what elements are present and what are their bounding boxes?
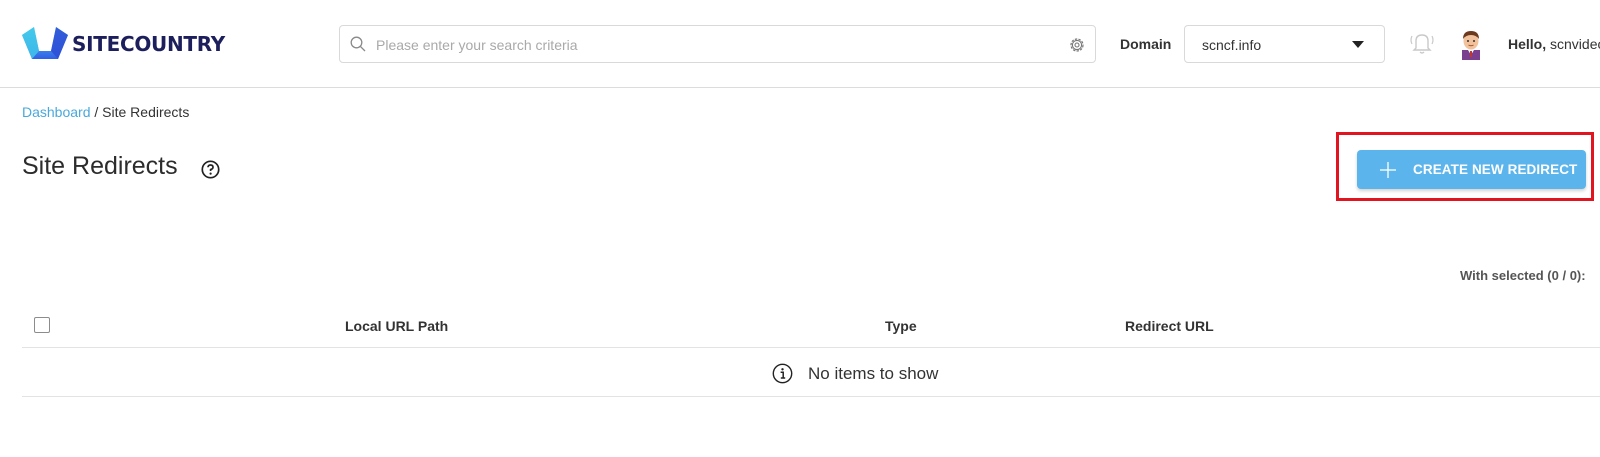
- domain-label: Domain: [1120, 36, 1172, 52]
- gear-icon[interactable]: [1068, 36, 1086, 54]
- bell-icon[interactable]: [1408, 30, 1436, 56]
- top-header: SITECOUNTRY Domain scncf.info: [0, 0, 1600, 88]
- domain-select[interactable]: scncf.info: [1184, 25, 1385, 63]
- domain-value: scncf.info: [1202, 37, 1262, 53]
- greeting-text: Hello,: [1508, 36, 1547, 52]
- with-selected-label: With selected (0 / 0):: [1460, 268, 1586, 283]
- column-header-redirect-url[interactable]: Redirect URL: [1125, 318, 1214, 334]
- search-icon: [350, 36, 366, 52]
- breadcrumb-separator: /: [90, 104, 103, 120]
- page-title: Site Redirects: [22, 152, 178, 180]
- search-input[interactable]: [374, 32, 1038, 58]
- select-all-checkbox[interactable]: [34, 317, 50, 333]
- user-greeting[interactable]: Hello, scnvideo: [1508, 36, 1600, 52]
- avatar[interactable]: [1456, 28, 1486, 60]
- username: scnvideo: [1550, 36, 1600, 52]
- column-header-local-url-path[interactable]: Local URL Path: [345, 318, 448, 334]
- column-header-type[interactable]: Type: [885, 318, 917, 334]
- create-new-redirect-button[interactable]: CREATE NEW REDIRECT: [1357, 150, 1586, 189]
- chevron-down-icon: [1352, 41, 1364, 48]
- plus-icon: [1379, 161, 1397, 179]
- empty-table-row: No items to show: [22, 349, 1600, 397]
- logo[interactable]: SITECOUNTRY: [22, 25, 225, 63]
- table-header: Local URL Path Type Redirect URL: [22, 306, 1600, 348]
- create-button-label: CREATE NEW REDIRECT: [1413, 162, 1578, 177]
- info-icon: [772, 363, 793, 384]
- search-box[interactable]: [339, 25, 1096, 63]
- breadcrumb: Dashboard / Site Redirects: [22, 104, 189, 120]
- empty-message: No items to show: [808, 364, 939, 383]
- breadcrumb-current: Site Redirects: [102, 104, 190, 120]
- logo-icon: [22, 27, 68, 59]
- help-icon[interactable]: [201, 160, 220, 179]
- breadcrumb-dashboard-link[interactable]: Dashboard: [22, 104, 91, 120]
- logo-text: SITECOUNTRY: [72, 32, 225, 56]
